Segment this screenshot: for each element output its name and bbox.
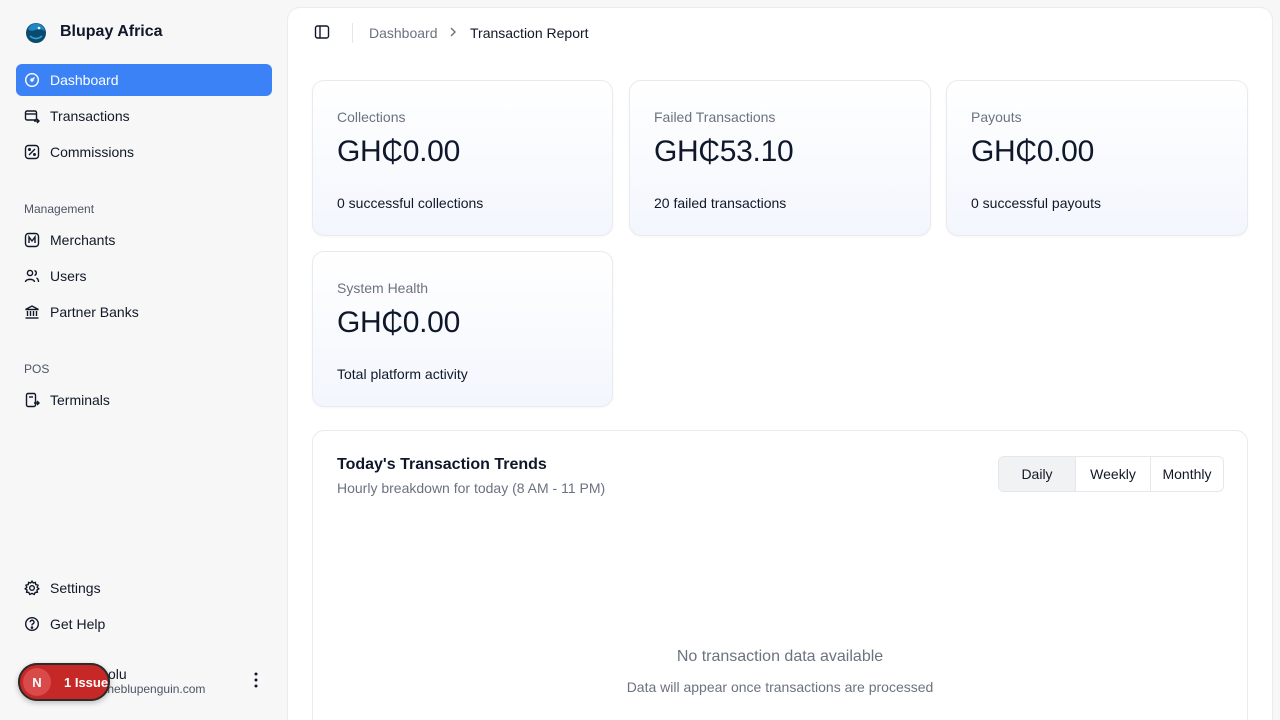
- nav-label: Merchants: [50, 232, 116, 248]
- card-label: Collections: [337, 109, 406, 125]
- card-label: System Health: [337, 280, 429, 296]
- nav-item-commissions[interactable]: Commissions: [16, 136, 272, 168]
- gauge-icon: [24, 72, 40, 88]
- card-system-health: System Health GH₵0.00 Total platform act…: [312, 251, 613, 407]
- card-transfer-icon: [24, 110, 40, 124]
- card-footnote: Total platform activity: [337, 366, 468, 382]
- app-name: Blupay Africa: [60, 23, 163, 40]
- nav-item-settings[interactable]: Settings: [16, 572, 272, 604]
- period-monthly-button[interactable]: Monthly: [1150, 457, 1223, 491]
- terminal-icon: [25, 392, 40, 408]
- nav-item-terminals[interactable]: Terminals: [16, 384, 272, 416]
- trends-title: Today's Transaction Trends: [337, 456, 547, 473]
- more-vertical-icon[interactable]: [248, 670, 264, 690]
- period-toggle: Daily Weekly Monthly: [998, 456, 1224, 492]
- card-collections: Collections GH₵0.00 0 successful collect…: [312, 80, 613, 236]
- nav-label: Terminals: [50, 392, 110, 408]
- card-failed-transactions: Failed Transactions GH₵53.10 20 failed t…: [629, 80, 931, 236]
- chevron-right-icon: [450, 27, 456, 37]
- nav-item-dashboard[interactable]: Dashboard: [16, 64, 272, 96]
- sidebar-toggle-icon[interactable]: [314, 24, 330, 40]
- issue-label: 1 Issue: [64, 674, 109, 690]
- nav-label: Partner Banks: [50, 304, 139, 320]
- card-footnote: 20 failed transactions: [654, 195, 787, 211]
- main-panel: Dashboard Transaction Report Collections…: [288, 8, 1272, 720]
- empty-state-subtitle: Data will appear once transactions are p…: [626, 679, 934, 695]
- card-value: GH₵53.10: [654, 135, 794, 168]
- nav-label: Users: [50, 268, 87, 284]
- nav-item-partner-banks[interactable]: Partner Banks: [16, 296, 272, 328]
- issue-initial: N: [23, 668, 51, 696]
- bank-icon: [25, 305, 39, 319]
- card-value: GH₵0.00: [337, 135, 460, 168]
- user-name: olu: [108, 666, 127, 682]
- nav-label: Transactions: [50, 108, 130, 124]
- card-value: GH₵0.00: [337, 306, 460, 339]
- user-email: theblupenguin.com: [104, 682, 206, 696]
- nav-label: Commissions: [50, 144, 135, 160]
- sidebar: Blupay Africa Dashboard Transactions Com…: [0, 0, 288, 720]
- period-weekly-button[interactable]: Weekly: [1075, 457, 1150, 491]
- card-footnote: 0 successful payouts: [971, 195, 1101, 211]
- breadcrumb-dashboard[interactable]: Dashboard: [369, 25, 438, 41]
- nav-item-get-help[interactable]: Get Help: [16, 608, 272, 640]
- transaction-trends-panel: Today's Transaction Trends Hourly breakd…: [312, 430, 1248, 720]
- section-label-pos: POS: [24, 362, 50, 376]
- period-daily-button[interactable]: Daily: [999, 457, 1075, 491]
- nav-label: Dashboard: [50, 72, 119, 88]
- card-value: GH₵0.00: [971, 135, 1094, 168]
- empty-state-title: No transaction data available: [676, 648, 884, 665]
- percent-icon: [24, 144, 40, 160]
- users-icon: [24, 269, 40, 283]
- card-footnote: 0 successful collections: [337, 195, 484, 211]
- issue-badge[interactable]: N 1 Issue: [18, 663, 110, 701]
- gear-icon: [24, 580, 40, 596]
- nav-item-transactions[interactable]: Transactions: [16, 100, 272, 132]
- penguin-logo-icon: [26, 23, 46, 43]
- section-label-management: Management: [24, 202, 95, 216]
- card-label: Failed Transactions: [654, 109, 776, 125]
- help-icon: [24, 616, 40, 632]
- merchant-icon: [24, 232, 40, 248]
- topbar-divider: [352, 23, 353, 43]
- card-payouts: Payouts GH₵0.00 0 successful payouts: [946, 80, 1248, 236]
- topbar: Dashboard Transaction Report: [288, 8, 1272, 58]
- card-label: Payouts: [971, 109, 1022, 125]
- breadcrumb-current: Transaction Report: [470, 25, 589, 41]
- nav-item-users[interactable]: Users: [16, 260, 272, 292]
- nav-label: Settings: [50, 580, 101, 596]
- nav-label: Get Help: [50, 616, 106, 632]
- brand[interactable]: Blupay Africa: [24, 20, 163, 44]
- trends-subtitle: Hourly breakdown for today (8 AM - 11 PM…: [337, 480, 606, 496]
- nav-item-merchants[interactable]: Merchants: [16, 224, 272, 256]
